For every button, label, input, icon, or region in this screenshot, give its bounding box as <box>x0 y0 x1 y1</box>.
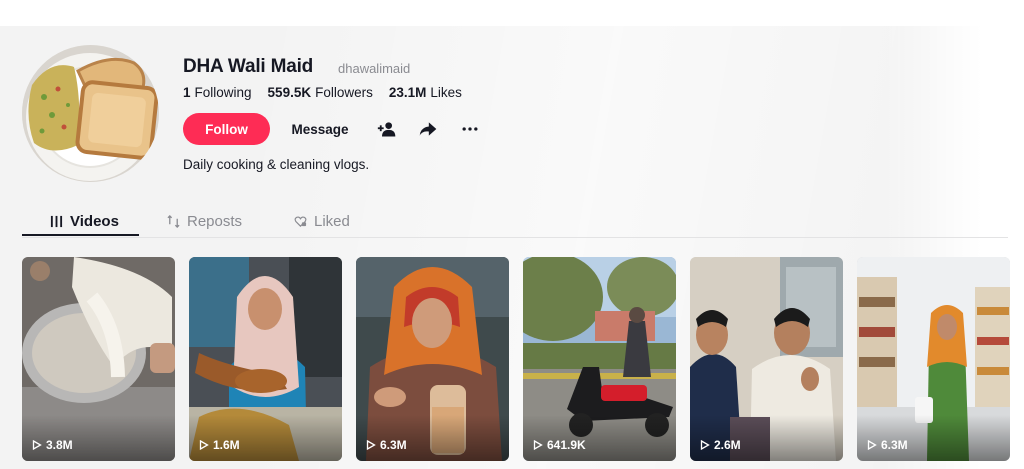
play-icon <box>199 440 209 450</box>
view-count-label: 641.9K <box>547 438 586 452</box>
view-count: 6.3M <box>867 438 908 452</box>
video-grid: 3.8M 1.6M 6.3M 641.9K 2.6M 6.3M <box>22 257 1010 461</box>
message-button[interactable]: Message <box>280 113 360 145</box>
video-card[interactable]: 6.3M <box>356 257 509 461</box>
view-count-label: 6.3M <box>380 438 407 452</box>
stat-likes-label: Likes <box>430 85 462 100</box>
view-count-label: 2.6M <box>714 438 741 452</box>
play-icon <box>533 440 543 450</box>
stat-following[interactable]: 1 Following <box>183 85 252 100</box>
profile-stats: 1 Following 559.5K Followers 23.1M Likes <box>183 85 462 100</box>
stat-followers-label: Followers <box>315 85 373 100</box>
stat-likes: 23.1M Likes <box>389 85 462 100</box>
tab-reposts[interactable]: Reposts <box>167 206 242 236</box>
video-card[interactable]: 6.3M <box>857 257 1010 461</box>
tab-videos-label: Videos <box>70 212 119 230</box>
stat-likes-count: 23.1M <box>388 85 427 100</box>
view-count: 6.3M <box>366 438 407 452</box>
follow-button[interactable]: Follow <box>183 113 270 145</box>
profile-handle: dhawalimaid <box>338 61 411 76</box>
repost-icon <box>167 214 180 228</box>
avatar[interactable] <box>22 45 159 182</box>
view-count-label: 3.8M <box>46 438 73 452</box>
profile-bio: Daily cooking & cleaning vlogs. <box>183 157 370 172</box>
video-card[interactable]: 2.6M <box>690 257 843 461</box>
view-count: 1.6M <box>199 438 240 452</box>
tab-liked-label: Liked <box>314 212 350 230</box>
stat-following-label: Following <box>194 85 252 100</box>
active-tab-indicator <box>22 234 139 236</box>
add-friend-icon[interactable] <box>375 117 399 141</box>
video-card[interactable]: 1.6M <box>189 257 342 461</box>
share-icon[interactable] <box>416 117 440 141</box>
tab-reposts-label: Reposts <box>187 212 243 230</box>
play-icon <box>32 440 42 450</box>
stat-followers-count: 559.5K <box>267 85 312 100</box>
profile-tabs: Videos Reposts Liked <box>22 206 1008 238</box>
view-count: 641.9K <box>533 438 586 452</box>
view-count-label: 1.6M <box>213 438 240 452</box>
tab-liked[interactable]: Liked <box>294 206 350 236</box>
heart-lock-icon <box>294 215 307 227</box>
view-count-label: 6.3M <box>881 438 908 452</box>
view-count: 2.6M <box>700 438 741 452</box>
play-icon <box>867 440 877 450</box>
stat-following-count: 1 <box>183 85 191 100</box>
stat-followers[interactable]: 559.5K Followers <box>268 85 373 100</box>
play-icon <box>700 440 710 450</box>
profile-name: DHA Wali Maid <box>183 56 314 77</box>
tab-videos[interactable]: Videos <box>50 206 119 236</box>
play-icon <box>366 440 376 450</box>
view-count: 3.8M <box>32 438 73 452</box>
video-card[interactable]: 3.8M <box>22 257 175 461</box>
more-icon[interactable] <box>458 117 482 141</box>
video-card[interactable]: 641.9K <box>523 257 676 461</box>
avatar-image <box>22 45 159 182</box>
grid-icon <box>50 215 63 227</box>
